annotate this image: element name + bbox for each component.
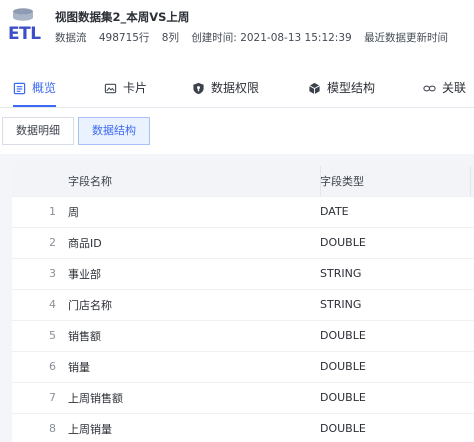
field-name: 销量 <box>68 360 90 374</box>
field-type: STRING <box>320 267 362 280</box>
link-icon <box>423 85 436 92</box>
field-type: DOUBLE <box>320 329 366 342</box>
subtab-data-detail[interactable]: 数据明细 <box>2 117 74 145</box>
cube-icon <box>309 82 320 95</box>
tab-model-structure[interactable]: 模型结构 <box>308 80 375 107</box>
field-type: STRING <box>320 298 362 311</box>
header-field-type[interactable]: 字段类型 <box>320 166 472 196</box>
row-index: 5 <box>49 329 56 342</box>
table-row[interactable]: 3 事业部 STRING <box>12 258 474 289</box>
column-divider <box>470 166 471 196</box>
field-type: DOUBLE <box>320 360 366 373</box>
subtab-data-structure[interactable]: 数据结构 <box>78 117 150 145</box>
dataset-header: ETL 视图数据集2_本周VS上周 数据流 498715行 8列 创建时间: 2… <box>0 0 474 60</box>
table-row[interactable]: 1 周 DATE <box>12 196 474 227</box>
field-type: DOUBLE <box>320 391 366 404</box>
table-row[interactable]: 2 商品ID DOUBLE <box>12 227 474 258</box>
document-icon <box>13 82 26 95</box>
field-type: DOUBLE <box>320 422 366 436</box>
tab-relations[interactable]: 关联 <box>423 80 466 107</box>
image-card-icon <box>104 83 117 94</box>
field-name: 上周销售额 <box>68 391 123 405</box>
field-name: 销售额 <box>68 329 101 343</box>
dataset-title: 视图数据集2_本周VS上周 <box>55 10 190 24</box>
row-index: 4 <box>49 298 56 311</box>
header-field-name[interactable]: 字段名称 <box>68 166 320 196</box>
row-index: 3 <box>49 267 56 280</box>
tab-overview[interactable]: 概览 <box>13 80 57 107</box>
meta-cols: 8列 <box>161 32 179 44</box>
meta-rows: 498715行 <box>98 32 150 44</box>
row-index: 7 <box>49 391 56 404</box>
field-structure-table: 字段名称 字段类型 1 周 DATE 2 商品ID DOUBLE 3 事业部 S… <box>12 166 474 442</box>
tab-model-structure-label: 模型结构 <box>327 81 376 95</box>
content-area: 字段名称 字段类型 1 周 DATE 2 商品ID DOUBLE 3 事业部 S… <box>0 154 474 442</box>
tab-cards-label: 卡片 <box>123 81 148 95</box>
meta-created: 创建时间: 2021-08-13 15:12:39 <box>191 32 352 44</box>
table-row[interactable]: 4 门店名称 STRING <box>12 289 474 320</box>
view-toggle: 数据明细 数据结构 <box>0 117 150 147</box>
field-name: 商品ID <box>68 236 102 250</box>
table-row[interactable]: 6 销量 DOUBLE <box>12 351 474 382</box>
field-table-container: 字段名称 字段类型 1 周 DATE 2 商品ID DOUBLE 3 事业部 S… <box>12 166 474 442</box>
tab-permissions[interactable]: 数据权限 <box>192 80 259 107</box>
row-index: 8 <box>49 422 56 436</box>
field-type: DOUBLE <box>320 236 366 249</box>
dataset-meta: 数据流 498715行 8列 创建时间: 2021-08-13 15:12:39… <box>55 30 457 45</box>
table-row[interactable]: 8 上周销量 DOUBLE <box>12 413 474 442</box>
tab-cards[interactable]: 卡片 <box>104 80 147 107</box>
table-row[interactable]: 7 上周销售额 DOUBLE <box>12 382 474 413</box>
field-type: DATE <box>320 205 349 218</box>
table-header-row: 字段名称 字段类型 <box>12 166 474 196</box>
tab-relations-label: 关联 <box>442 81 467 95</box>
header-index <box>12 166 68 196</box>
field-name: 周 <box>68 205 79 219</box>
field-name: 上周销量 <box>68 422 112 436</box>
table-row[interactable]: 5 销售额 DOUBLE <box>12 320 474 351</box>
row-index: 2 <box>49 236 56 249</box>
column-divider <box>320 166 321 196</box>
database-icon <box>13 8 33 21</box>
field-name: 事业部 <box>68 267 101 281</box>
main-tabs: 概览 卡片 数据权限 模型结构 关联 <box>0 80 474 108</box>
tab-permissions-label: 数据权限 <box>211 81 260 95</box>
etl-logo-text: ETL <box>8 24 41 44</box>
meta-type: 数据流 <box>55 32 87 44</box>
shield-icon <box>193 82 204 95</box>
meta-updated: 最近数据更新时间 <box>364 32 449 44</box>
row-index: 1 <box>49 205 56 218</box>
row-index: 6 <box>49 360 56 373</box>
tab-overview-label: 概览 <box>32 81 57 95</box>
etl-logo: ETL <box>6 8 46 44</box>
field-name: 门店名称 <box>68 298 112 312</box>
